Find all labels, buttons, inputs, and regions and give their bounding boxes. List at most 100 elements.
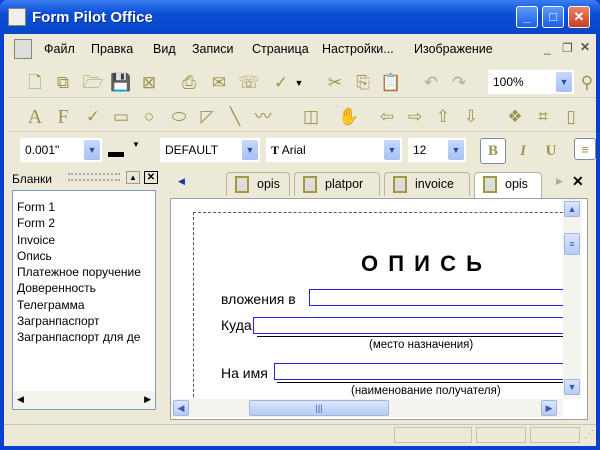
form-heading: О П И С Ь [361, 251, 484, 276]
forms-list: Form 1 Form 2 Invoice Опись Платежное по… [12, 190, 156, 410]
mdi-restore-icon[interactable]: ❐ [562, 41, 573, 55]
close-doc-icon[interactable]: ⊠ [138, 72, 160, 94]
arrow-right-icon[interactable]: ⇨ [404, 106, 426, 128]
minimize-button[interactable]: _ [516, 6, 538, 28]
recipient-field[interactable] [274, 363, 563, 380]
polyline-tool-icon[interactable]: 〰 [252, 106, 274, 128]
tab-platpor[interactable]: platpor [294, 172, 380, 196]
form-page: О П И С Ь вложения в Куда (место назначе… [171, 199, 563, 399]
line-tool-icon[interactable]: ╲ [224, 106, 246, 128]
horizontal-scroll-thumb[interactable]: ||| [249, 400, 389, 416]
maximize-button[interactable]: □ [542, 6, 564, 28]
image-icon[interactable]: ❖ [504, 106, 526, 128]
list-item[interactable]: Платежное поручение [13, 264, 155, 280]
scroll-down-icon[interactable]: ▼ [564, 379, 580, 395]
arrow-down-icon[interactable]: ⇩ [460, 106, 482, 128]
search-icon[interactable]: ⚲ [576, 72, 598, 94]
menu-file[interactable]: Файл [44, 42, 75, 56]
underline-button[interactable]: U [540, 140, 562, 162]
new-icon[interactable]: 🗋 [24, 72, 46, 94]
vertical-scroll-thumb[interactable]: ≡ [564, 233, 580, 255]
vertical-scrollbar[interactable]: ▲ ≡ ▼ [563, 199, 581, 399]
align-left-icon[interactable]: ≡ [574, 138, 596, 160]
dropdown-icon[interactable]: ▼ [132, 140, 140, 149]
scroll-right-icon[interactable]: ▶ [541, 400, 557, 416]
undo-icon[interactable]: ↶ [420, 72, 442, 94]
redo-icon[interactable]: ↷ [448, 72, 470, 94]
list-item[interactable]: Form 1 [13, 199, 155, 215]
menu-edit[interactable]: Правка [91, 42, 133, 56]
attachment-field[interactable] [309, 289, 563, 306]
file-icon [393, 176, 407, 193]
copy-icon[interactable]: ⎘ [352, 72, 374, 94]
font-icon: T [271, 143, 280, 157]
collapse-icon[interactable]: ▲ [126, 171, 140, 184]
mdi-close-icon[interactable]: ✕ [580, 40, 590, 54]
panel-close-icon[interactable]: ✕ [144, 171, 158, 184]
crop-icon[interactable]: ⌗ [532, 106, 554, 128]
menu-view[interactable]: Вид [153, 42, 176, 56]
save-icon[interactable]: 💾 [110, 72, 132, 94]
destination-field[interactable] [253, 317, 563, 334]
tab-opis-active[interactable]: opis [474, 172, 542, 199]
field-tool-icon[interactable]: F [52, 106, 74, 128]
line-color-swatch[interactable] [108, 152, 124, 157]
cut-icon[interactable]: ✂ [324, 72, 346, 94]
tab-opis-1[interactable]: opis [226, 172, 290, 196]
text-tool-icon[interactable]: A [24, 106, 46, 128]
arrow-left-icon[interactable]: ⇦ [376, 106, 398, 128]
close-button[interactable]: ✕ [568, 6, 590, 28]
scroll-left-icon[interactable]: ◀ [173, 400, 189, 416]
mail-icon[interactable]: ✉ [208, 72, 230, 94]
paste-icon[interactable]: 📋 [380, 72, 402, 94]
horizontal-scrollbar[interactable]: ◀ ▶ [13, 391, 155, 409]
chevron-down-icon: ▼ [448, 140, 464, 160]
list-item[interactable]: Загранпаспорт для де [13, 329, 155, 345]
list-item[interactable]: Загранпаспорт [13, 313, 155, 329]
hand-icon[interactable]: ✋ [338, 106, 360, 128]
open-icon[interactable]: 🗁 [82, 72, 104, 94]
style-select[interactable]: DEFAULT ▼ [160, 138, 260, 162]
fax-icon[interactable]: ☏ [238, 72, 260, 94]
bold-button[interactable]: B [480, 138, 506, 164]
font-size-select[interactable]: 12 ▼ [408, 138, 466, 162]
tab-invoice[interactable]: invoice [384, 172, 470, 196]
list-item[interactable]: Телеграмма [13, 297, 155, 313]
italic-button[interactable]: I [512, 140, 534, 162]
document-icon[interactable] [14, 39, 32, 59]
menu-records[interactable]: Записи [192, 42, 234, 56]
scroll-right-icon[interactable]: ▶ [144, 394, 151, 405]
resize-grip-icon[interactable]: ⋰ [584, 429, 594, 440]
drag-handle[interactable] [68, 173, 120, 181]
dropdown-icon[interactable]: ▼ [288, 72, 310, 94]
rectangle-tool-icon[interactable]: ▭ [110, 106, 132, 128]
scroll-left-icon[interactable]: ◀ [17, 394, 24, 405]
status-panel [394, 427, 472, 443]
circle-tool-icon[interactable]: ○ [138, 106, 160, 128]
line-width-select[interactable]: 0.001" ▼ [20, 138, 102, 162]
polygon-tool-icon[interactable]: ◸ [196, 106, 218, 128]
background-icon[interactable]: ▯ [560, 106, 582, 128]
check-tool-icon[interactable]: ✓ [82, 106, 104, 128]
arrow-up-icon[interactable]: ⇧ [432, 106, 454, 128]
menu-image[interactable]: Изображение [414, 42, 493, 56]
tabs-scroll-left-icon[interactable]: ◀ [178, 176, 185, 187]
zoom-select[interactable]: 100% ▼ [488, 70, 574, 94]
list-item[interactable]: Опись [13, 248, 155, 264]
print-icon[interactable]: ⎙ [178, 72, 200, 94]
scroll-up-icon[interactable]: ▲ [564, 201, 580, 217]
copy-doc-icon[interactable]: ⧉ [52, 72, 74, 94]
ellipse-tool-icon[interactable]: ⬭ [168, 106, 190, 128]
mdi-minimize-icon[interactable]: _ [544, 41, 551, 55]
drawing-toolbar: A F ✓ ▭ ○ ⬭ ◸ ╲ 〰 ◫ ✋ ⇦ ⇨ ⇧ ⇩ ❖ ⌗ ▯ [8, 100, 596, 132]
horizontal-scrollbar[interactable]: ◀ ||| ▶ [171, 399, 563, 417]
list-item[interactable]: Form 2 [13, 215, 155, 231]
list-item[interactable]: Доверенность [13, 280, 155, 296]
close-tab-icon[interactable]: ✕ [572, 173, 584, 190]
tabs-scroll-right-icon[interactable]: ▶ [556, 176, 563, 187]
font-select[interactable]: T Arial ▼ [266, 138, 402, 162]
resize-icon[interactable]: ◫ [300, 106, 322, 128]
menu-settings[interactable]: Настройки... [322, 42, 394, 56]
list-item[interactable]: Invoice [13, 232, 155, 248]
menu-page[interactable]: Страница [252, 42, 309, 56]
